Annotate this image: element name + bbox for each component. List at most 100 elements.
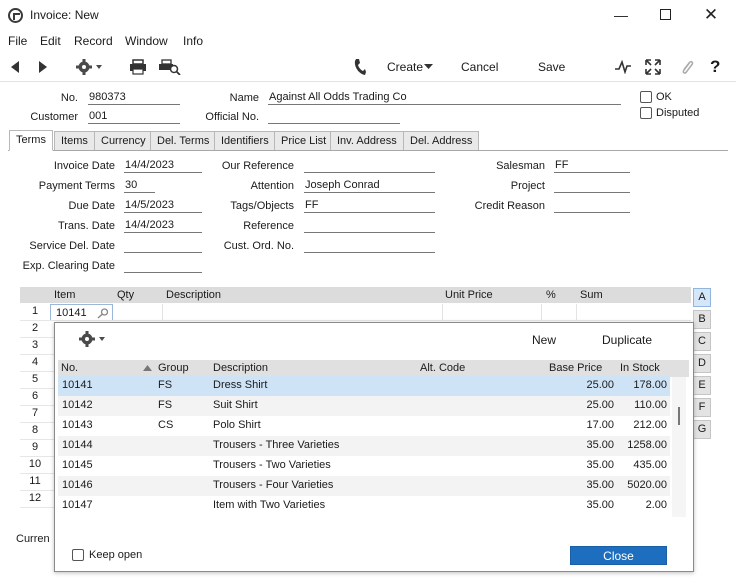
tab-price-list[interactable]: Price List <box>274 131 334 150</box>
matrix-row-number: 10 <box>28 458 42 470</box>
currency-label-partial: Curren <box>16 533 50 545</box>
popup-cell-base-price: 35.00 <box>586 479 614 491</box>
tab-identifiers[interactable]: Identifiers <box>214 131 276 150</box>
expand-icon[interactable] <box>645 59 661 75</box>
create-button[interactable]: Create <box>387 60 423 74</box>
minimize-icon[interactable]: — <box>610 4 632 26</box>
menu-edit[interactable]: Edit <box>40 34 61 48</box>
due-date-label: Due Date <box>68 200 115 212</box>
cancel-button[interactable]: Cancel <box>461 60 498 74</box>
side-tab-e[interactable]: E <box>693 376 711 395</box>
popup-close-button[interactable]: Close <box>570 546 667 565</box>
side-tab-b[interactable]: B <box>693 310 711 329</box>
cust-ord-no-field[interactable] <box>304 239 435 253</box>
side-tab-f[interactable]: F <box>693 398 711 417</box>
keep-open-checkbox[interactable] <box>72 549 84 561</box>
popup-list-row[interactable]: 10143 CS Polo Shirt 17.00 212.00 <box>58 416 670 436</box>
phone-icon[interactable] <box>353 58 367 76</box>
matrix-row-number: 12 <box>28 492 42 504</box>
tabs-divider <box>8 150 728 151</box>
tab-inv-address[interactable]: Inv. Address <box>330 131 404 150</box>
trans-date-field[interactable]: 14/4/2023 <box>124 219 202 233</box>
exp-clearing-date-label: Exp. Clearing Date <box>22 260 115 272</box>
popup-list-row[interactable]: 10142 FS Suit Shirt 25.00 110.00 <box>58 396 670 416</box>
scrollbar-thumb[interactable] <box>678 407 680 425</box>
side-tab-a[interactable]: A <box>693 288 711 307</box>
service-del-date-field[interactable] <box>124 239 202 253</box>
popup-scrollbar[interactable] <box>672 377 686 517</box>
matrix-col-unit-price: Unit Price <box>445 289 493 301</box>
invoice-number-field[interactable]: 980373 <box>88 91 180 105</box>
search-icon[interactable] <box>97 308 109 319</box>
reference-field[interactable] <box>304 219 435 233</box>
popup-cell-description: Item with Two Varieties <box>213 499 326 511</box>
popup-cell-description: Dress Shirt <box>213 379 268 391</box>
tab-del-address[interactable]: Del. Address <box>403 131 480 150</box>
print-icon[interactable] <box>129 59 147 75</box>
menu-window[interactable]: Window <box>125 34 168 48</box>
project-field[interactable] <box>554 179 630 193</box>
popup-list-row[interactable]: 10144 Trousers - Three Varieties 35.00 1258… <box>58 436 670 456</box>
menu-info[interactable]: Info <box>183 34 203 48</box>
popup-col-no[interactable]: No. <box>61 362 78 374</box>
invoice-date-field[interactable]: 14/4/2023 <box>124 159 202 173</box>
activity-icon[interactable] <box>615 60 631 74</box>
attachment-icon[interactable] <box>680 58 694 76</box>
popup-settings-gear-icon[interactable] <box>79 330 107 348</box>
back-arrow-icon[interactable] <box>10 60 20 74</box>
popup-cell-base-price: 17.00 <box>586 419 614 431</box>
qty-cell[interactable] <box>113 304 163 321</box>
customer-field[interactable]: 001 <box>88 110 180 124</box>
menu-record[interactable]: Record <box>74 34 113 48</box>
popup-list-row[interactable]: 10146 Trousers - Four Varieties 35.00 5020.… <box>58 476 670 496</box>
chevron-down-icon[interactable] <box>424 64 433 70</box>
popup-list-row[interactable]: 10141 FS Dress Shirt 25.00 178.00 <box>58 376 670 396</box>
payment-terms-field[interactable]: 30 <box>124 179 155 193</box>
popup-col-description[interactable]: Description <box>213 362 268 374</box>
popup-col-alt-code[interactable]: Alt. Code <box>420 362 465 374</box>
customer-name-field[interactable]: Against All Odds Trading Co <box>268 91 621 105</box>
popup-new-button[interactable]: New <box>532 333 556 347</box>
print-preview-icon[interactable] <box>159 59 181 75</box>
exp-clearing-date-field[interactable] <box>124 259 202 273</box>
popup-list-row[interactable]: 10147 Item with Two Varieties 35.00 2.00 <box>58 496 670 516</box>
popup-duplicate-button[interactable]: Duplicate <box>602 333 652 347</box>
forward-arrow-icon[interactable] <box>38 60 48 74</box>
popup-cell-group: FS <box>158 379 173 391</box>
popup-cell-no: 10144 <box>62 439 93 451</box>
ok-checkbox[interactable] <box>640 91 652 103</box>
tags-objects-field[interactable]: FF <box>304 199 435 213</box>
salesman-field[interactable]: FF <box>554 159 630 173</box>
help-icon[interactable]: ? <box>710 57 720 77</box>
popup-col-in-stock[interactable]: In Stock <box>620 362 660 374</box>
matrix-row-number: 4 <box>31 356 39 368</box>
attention-field[interactable]: Joseph Conrad <box>304 179 435 193</box>
item-cell-active[interactable]: 10141 <box>50 304 113 321</box>
popup-cell-in-stock: 178.00 <box>633 379 667 391</box>
app-icon <box>8 8 23 23</box>
tab-items[interactable]: Items <box>54 131 95 150</box>
side-tab-g[interactable]: G <box>693 420 711 439</box>
popup-list-row[interactable]: 10145 Trousers - Two Varieties 35.00 435.00 <box>58 456 670 476</box>
official-no-field[interactable] <box>268 110 400 124</box>
popup-cell-description: Trousers - Three Varieties <box>213 439 340 451</box>
disputed-checkbox[interactable] <box>640 107 652 119</box>
credit-reason-field[interactable] <box>554 199 630 213</box>
side-tab-d[interactable]: D <box>693 354 711 373</box>
side-tab-c[interactable]: C <box>693 332 711 351</box>
popup-col-group[interactable]: Group <box>158 362 189 374</box>
tab-del-terms[interactable]: Del. Terms <box>150 131 217 150</box>
matrix-row-number: 7 <box>31 407 39 419</box>
popup-cell-base-price: 25.00 <box>586 379 614 391</box>
maximize-icon[interactable] <box>654 4 676 26</box>
due-date-field[interactable]: 14/5/2023 <box>124 199 202 213</box>
tab-terms[interactable]: Terms <box>9 130 53 151</box>
settings-gear-icon[interactable] <box>76 58 104 76</box>
popup-col-base-price[interactable]: Base Price <box>549 362 602 374</box>
our-reference-field[interactable] <box>304 159 435 173</box>
unit-price-cell[interactable] <box>442 304 542 321</box>
save-button[interactable]: Save <box>538 60 565 74</box>
close-icon[interactable]: ✕ <box>700 4 722 26</box>
menu-file[interactable]: File <box>8 34 27 48</box>
tab-currency[interactable]: Currency <box>94 131 153 150</box>
